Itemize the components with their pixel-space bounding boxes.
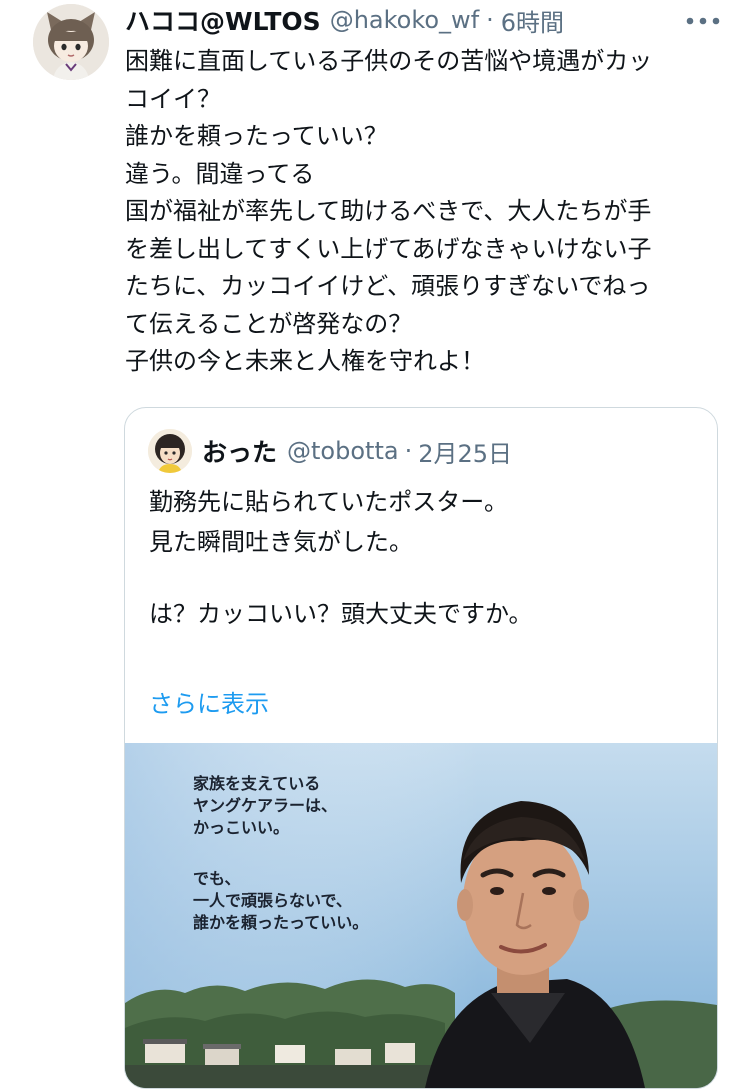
quoted-tweet-card[interactable]: おった @tobotta · 2月25日 勤務先に貼られていたポスター。 見た瞬… [124,407,718,1089]
quoted-avatar [148,429,192,473]
poster-line: かっこいい。 [193,818,290,837]
poster-line: でも、 [193,869,241,888]
poster-line: 誰かを頼ったっていい。 [193,913,369,932]
quoted-text: 勤務先に貼られていたポスター。 見た瞬間吐き気がした。 は？カッコいい？頭大丈夫… [149,482,699,634]
show-more-link[interactable]: さらに表示 [149,684,269,719]
tweet-text-line: 国が福祉が率先して助けるべきで、大人たちが手 [125,197,652,225]
more-horizontal-icon [686,17,720,25]
quoted-separator-dot: · [404,437,413,465]
more-options-button[interactable] [683,6,723,36]
tweet[interactable]: ハココ@WLTOS @hakoko_wf · 6時間 困難に直面している子供のそ… [0,0,750,1089]
quoted-text-line: 見た瞬間吐き気がした。 [149,528,413,556]
quoted-text-line: は？カッコいい？頭大丈夫ですか。 [149,600,533,628]
tweet-text-line: て伝えることが啓発なの？ [125,309,413,338]
poster-caption-1: 家族を支えている ヤングケアラーは、 かっこいい。 [193,773,337,839]
tweet-text-line: 困難に直面している子供のその苦悩や境遇がカッ [125,47,653,75]
tweet-text-line: 誰かを頼ったっていい？ [125,122,388,150]
poster-image[interactable]: 家族を支えている ヤングケアラーは、 かっこいい。 でも、 一人で頑張らないで、… [125,743,717,1088]
tweet-text-line: たちに、カッコイイけど、頑張りすぎないでねっ [125,272,651,300]
avatar[interactable] [33,4,109,80]
quoted-timestamp: 2月25日 [418,439,513,468]
tweet-text-line: を差し出してすくい上げてあげなきゃいけない子 [125,234,652,263]
user-handle[interactable]: @hakoko_wf [330,6,479,34]
quoted-user-handle: @tobotta [287,437,399,465]
poster-caption-2: でも、 一人で頑張らないで、 誰かを頼ったっていい。 [193,868,368,934]
tweet-text-line: コイイ？ [125,84,221,113]
tweet-header: ハココ@WLTOS @hakoko_wf · 6時間 [125,3,564,37]
poster-line: ヤングケアラーは、 [193,796,338,815]
poster-line: 一人で頑張らないで、 [193,891,352,910]
separator-dot: · [486,6,494,34]
quoted-text-line: 勤務先に貼られていたポスター。 [149,488,509,516]
poster-line: 家族を支えている [193,774,321,793]
tweet-text-line: 違う。間違ってる [125,159,315,188]
quoted-header: おった @tobotta · 2月25日 [202,434,512,468]
quoted-display-name: おった [202,438,278,467]
timestamp[interactable]: 6時間 [501,3,564,38]
quoted-text-blank-line [149,562,699,594]
tweet-text: 困難に直面している子供のその苦悩や境遇がカッ コイイ？ 誰かを頼ったっていい？ … [125,43,725,381]
tweet-text-line: 子供の今と未来と人権を守れよ！ [125,347,485,375]
display-name[interactable]: ハココ@WLTOS [125,2,321,38]
